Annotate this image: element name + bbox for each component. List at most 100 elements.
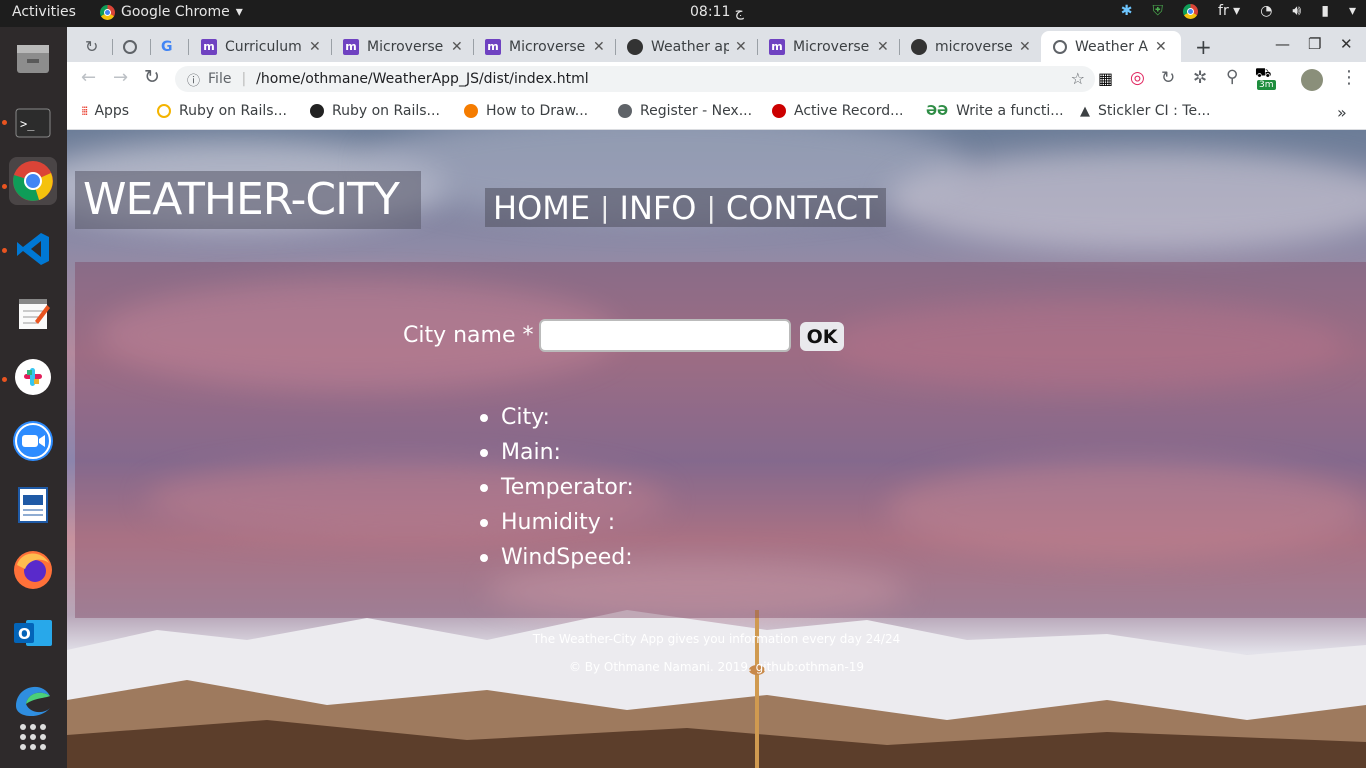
scheme-label: File (208, 71, 232, 87)
bookmark-star-icon[interactable]: ☆ (1071, 69, 1085, 88)
tab-label: Weather ap (651, 38, 729, 55)
bookmark-label: Active Record... (794, 103, 904, 119)
close-window-icon[interactable]: ✕ (1340, 35, 1353, 53)
apps-grid-icon: ⁞⁞⁞ (81, 104, 89, 118)
new-tab-button[interactable]: + (1195, 31, 1212, 62)
minimize-icon[interactable]: — (1275, 35, 1290, 53)
globe-icon (618, 104, 632, 118)
history-extension-icon[interactable]: ↻ (1161, 68, 1175, 88)
qr-code-icon[interactable]: ▦ (1098, 69, 1113, 88)
address-bar[interactable]: ⓘ File | /home/othmane/WeatherApp_JS/dis… (175, 66, 1095, 92)
info-city: City: (475, 400, 634, 435)
tab-label: Microverse (509, 38, 586, 55)
bookmark-register[interactable]: Register - Nex... (618, 103, 752, 119)
site-logo[interactable]: WEATHER-CITY (75, 171, 421, 229)
pinned-tab-history[interactable]: ↻ (85, 31, 98, 62)
pinned-tab-globe[interactable] (123, 31, 145, 62)
chevron-down-icon[interactable]: ▾ (1349, 3, 1356, 19)
bookmark-stickler-ci[interactable]: ▲ Stickler CI : Te... (1080, 103, 1210, 119)
tab-label: microverse (935, 38, 1013, 55)
tab-microverse[interactable]: m Microverse ✕ (769, 31, 889, 62)
city-name-input[interactable] (539, 319, 791, 352)
app-grid-icon[interactable] (9, 713, 57, 761)
info-temperature: Temperator: (475, 470, 634, 505)
activities-button[interactable]: Activities (12, 4, 76, 20)
bookmark-ruby-on-rails[interactable]: Ruby on Rails... (310, 103, 440, 119)
tab-microverse[interactable]: m Microverse ✕ (485, 31, 605, 62)
bookmark-label: Stickler CI : Te... (1098, 103, 1211, 119)
forward-icon[interactable]: → (113, 67, 128, 88)
tab-weather-app-github[interactable]: Weather ap ✕ (627, 31, 747, 62)
chrome-tray-icon[interactable] (1183, 3, 1199, 19)
menu-icon[interactable]: ⋮ (1340, 67, 1358, 88)
reload-icon[interactable]: ↻ (144, 66, 160, 88)
bookmark-label: Ruby on Rails... (179, 103, 287, 119)
timer-badge: 3m (1257, 80, 1276, 90)
files-icon[interactable] (9, 35, 57, 83)
vscode-icon[interactable] (9, 225, 57, 273)
svg-text:O: O (18, 625, 31, 643)
terminal-icon[interactable]: >_ (9, 99, 57, 147)
close-icon[interactable]: ✕ (451, 39, 463, 55)
language-indicator[interactable]: fr ▾ (1218, 3, 1240, 19)
volume-icon[interactable]: 🔊︎ (1292, 3, 1301, 19)
translate-icon: G (161, 38, 173, 55)
tab-microverse-github[interactable]: microverse ✕ (911, 31, 1031, 62)
back-icon[interactable]: ← (81, 67, 96, 88)
microverse-icon: m (485, 38, 501, 55)
tab-weather-app-active[interactable]: Weather Ap ✕ (1041, 31, 1181, 62)
clock[interactable]: 08:11 ج (690, 4, 744, 20)
bookmark-apps[interactable]: ⁞⁞⁞ Apps (81, 103, 129, 119)
bookmark-how-to-draw[interactable]: How to Draw... (464, 103, 588, 119)
text-editor-icon[interactable] (9, 289, 57, 337)
bookmarks-overflow[interactable]: » (1337, 103, 1347, 122)
footer-tagline: The Weather-City App gives you informati… (532, 632, 901, 646)
bookmark-active-record[interactable]: Active Record... (772, 103, 903, 119)
slack-icon[interactable] (9, 353, 57, 401)
address-text[interactable]: /home/othmane/WeatherApp_JS/dist/index.h… (256, 71, 588, 87)
close-icon[interactable]: ✕ (1019, 39, 1031, 55)
wifi-icon[interactable]: ◔ (1260, 3, 1272, 19)
close-icon[interactable]: ✕ (309, 39, 321, 55)
maximize-icon[interactable]: ❐ (1308, 35, 1321, 53)
close-icon[interactable]: ✕ (735, 39, 747, 55)
pinned-tab-translate[interactable]: G (161, 31, 173, 62)
shield-icon[interactable]: ⛨ (1153, 3, 1164, 19)
bug-icon[interactable]: ✲ (1193, 68, 1207, 88)
eyedropper-icon[interactable]: ⚲ (1226, 67, 1238, 87)
system-tray[interactable]: ✱ ⛨ fr ▾ ◔ 🔊︎ ▮ ▾ (1121, 3, 1356, 19)
nav-home[interactable]: HOME (493, 189, 590, 227)
chrome-icon (100, 4, 115, 20)
browser-toolbar: ← → ↻ ⓘ File | /home/othmane/WeatherApp_… (67, 62, 1366, 96)
ruby-dark-icon (310, 104, 324, 118)
tab-curriculum[interactable]: m Curriculum ✕ (201, 31, 321, 62)
chrome-icon[interactable] (9, 157, 57, 205)
firefox-icon[interactable] (9, 545, 57, 593)
close-icon[interactable]: ✕ (877, 39, 889, 55)
timer-extension-icon[interactable]: ⛟ 3m (1255, 66, 1276, 90)
app-menu[interactable]: Google Chrome ▾ (100, 4, 243, 20)
tab-microverse[interactable]: m Microverse ✕ (343, 31, 463, 62)
github-icon (911, 38, 927, 55)
zoom-icon[interactable] (9, 417, 57, 465)
bookmark-write-a-function[interactable]: ƏƏ Write a functi... (926, 103, 1064, 119)
close-icon[interactable]: ✕ (1155, 39, 1167, 55)
extension-icon[interactable]: ◎ (1130, 68, 1145, 88)
nav-info[interactable]: INFO (620, 189, 697, 227)
slack-tray-icon[interactable]: ✱ (1121, 3, 1133, 19)
microverse-icon: m (769, 38, 785, 55)
ok-button[interactable]: OK (800, 322, 844, 351)
info-windspeed: WindSpeed: (475, 540, 634, 575)
nav-contact[interactable]: CONTACT (726, 189, 878, 227)
tab-label: Curriculum (225, 38, 302, 55)
city-name-label: City name * (403, 323, 534, 348)
outlook-icon[interactable]: O (9, 609, 57, 657)
tab-label: Weather Ap (1075, 38, 1149, 55)
battery-icon[interactable]: ▮ (1321, 3, 1329, 19)
info-icon[interactable]: ⓘ (187, 70, 200, 89)
close-icon[interactable]: ✕ (593, 39, 605, 55)
avatar[interactable] (1301, 69, 1323, 91)
bookmark-ruby-on-rails[interactable]: Ruby on Rails... (157, 103, 287, 119)
nav-separator: | (600, 191, 610, 224)
writer-icon[interactable] (9, 481, 57, 529)
